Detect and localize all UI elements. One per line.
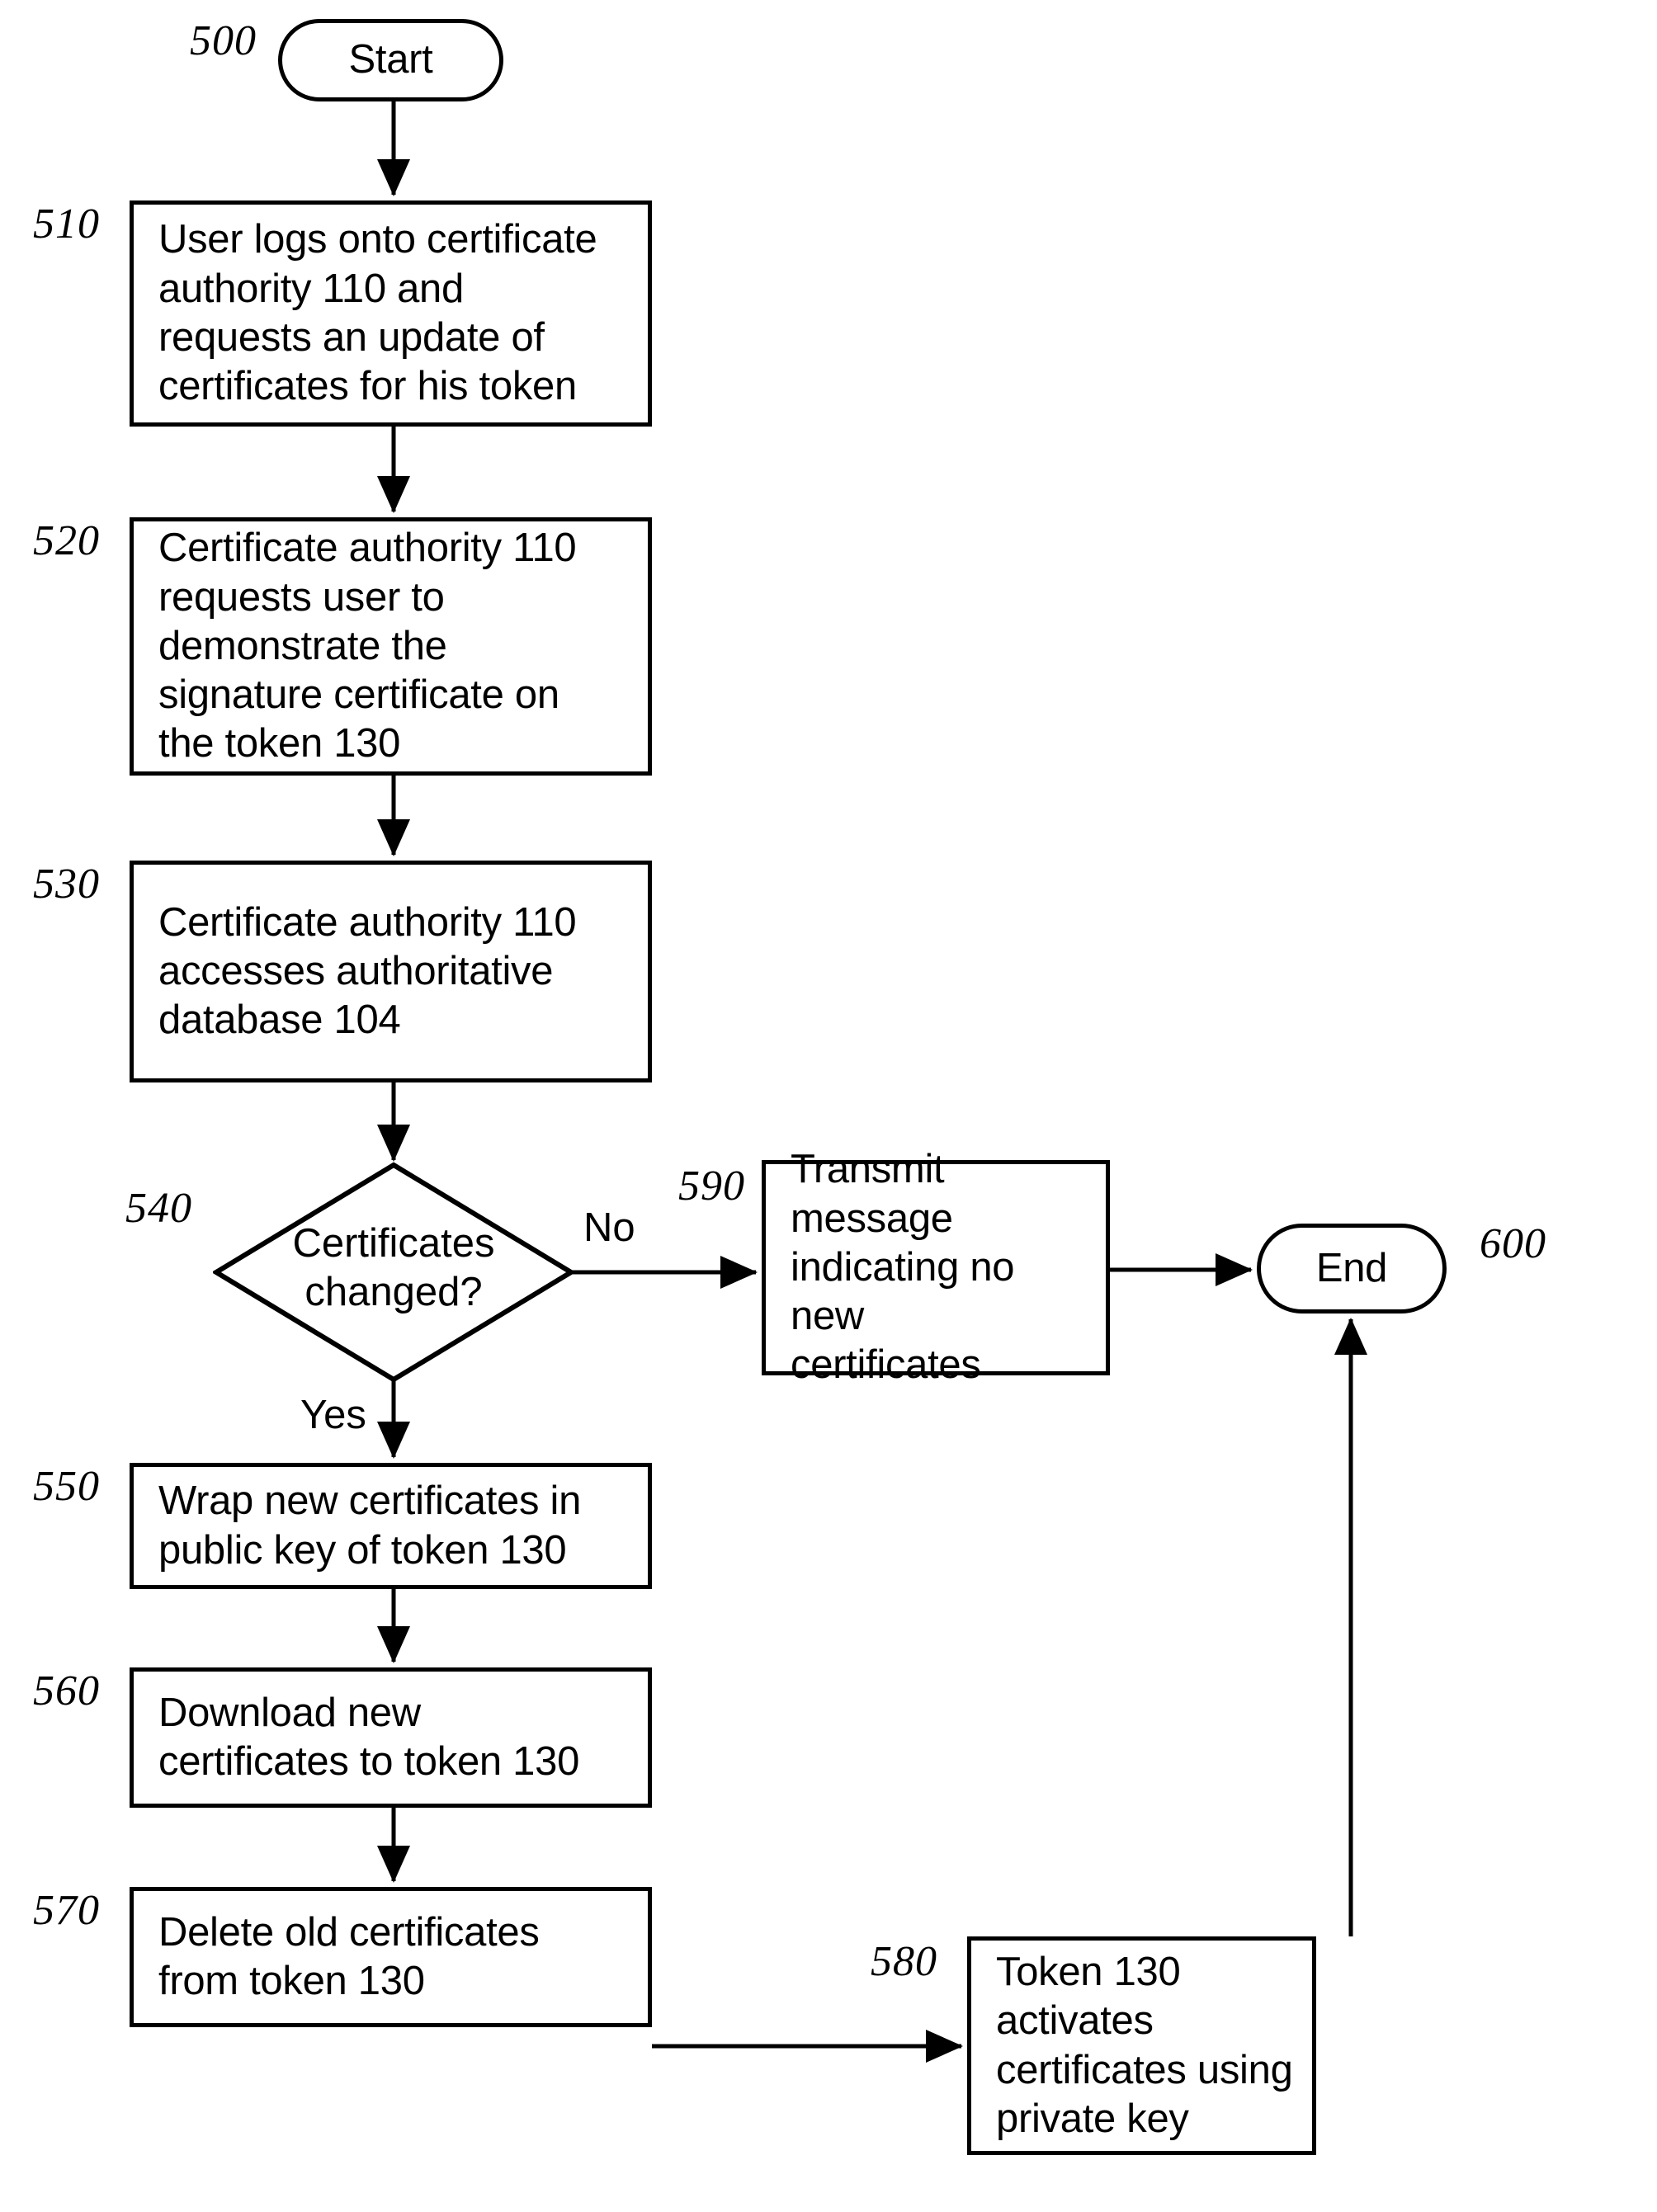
node-step-530-label: Certificate authority 110 accesses autho…: [158, 899, 577, 1043]
node-step-530: Certificate authority 110 accesses autho…: [130, 861, 652, 1082]
node-start: Start: [278, 19, 503, 101]
node-end-label: End: [1315, 1245, 1388, 1290]
node-step-510-label: User logs onto certificate authority 110…: [158, 217, 597, 409]
node-step-510: User logs onto certificate authority 110…: [130, 200, 652, 427]
node-start-label: Start: [348, 37, 433, 83]
node-step-590-label: Transmit message indicating no new certi…: [791, 1147, 1015, 1388]
ref-label-530: 530: [33, 861, 100, 908]
node-step-570-label: Delete old certificates from token 130: [158, 1909, 540, 2003]
edge-label-no: No: [583, 1205, 635, 1250]
ref-label-540: 540: [125, 1185, 192, 1232]
edge-label-yes: Yes: [300, 1393, 366, 1437]
node-decision-540-label: Certificates changed?: [292, 1221, 495, 1315]
node-step-560-label: Download new certificates to token 130: [158, 1690, 580, 1784]
ref-label-580: 580: [871, 1938, 937, 1985]
ref-label-590: 590: [678, 1163, 745, 1210]
ref-label-560: 560: [33, 1667, 100, 1714]
node-step-550: Wrap new certificates in public key of t…: [130, 1463, 652, 1589]
flowchart-figure: Start 500 User logs onto certificate aut…: [0, 0, 1657, 2212]
ref-label-570: 570: [33, 1887, 100, 1934]
ref-label-600: 600: [1480, 1220, 1546, 1267]
ref-label-520: 520: [33, 517, 100, 564]
node-end: End: [1257, 1224, 1447, 1314]
node-step-590: Transmit message indicating no new certi…: [762, 1147, 1110, 1387]
ref-label-500: 500: [190, 17, 257, 64]
ref-label-510: 510: [33, 200, 100, 248]
node-step-550-label: Wrap new certificates in public key of t…: [158, 1479, 582, 1573]
node-step-580-label: Token 130 activates certificates using p…: [996, 1949, 1293, 2141]
node-step-580: Token 130 activates certificates using p…: [967, 1936, 1316, 2155]
node-step-560: Download new certificates to token 130: [130, 1667, 652, 1808]
node-step-570: Delete old certificates from token 130: [130, 1887, 652, 2027]
node-step-520-label: Certificate authority 110 requests user …: [158, 526, 577, 766]
node-step-520: Certificate authority 110 requests user …: [130, 517, 652, 776]
ref-label-550: 550: [33, 1463, 100, 1510]
